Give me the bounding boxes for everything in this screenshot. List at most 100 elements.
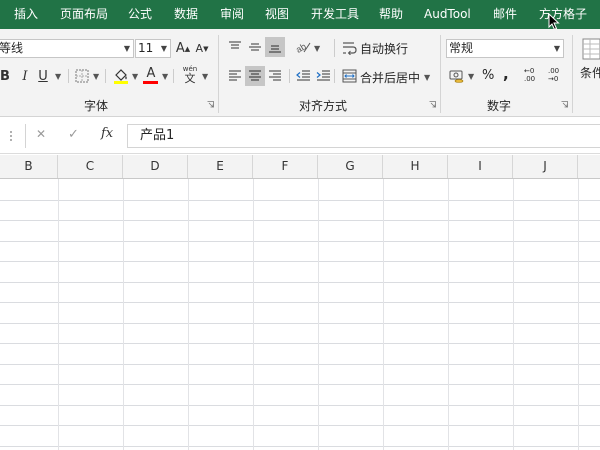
align-middle-icon[interactable] [248,40,262,54]
column-header-f[interactable]: F [253,155,318,178]
dialog-launcher-icon[interactable] [207,101,214,108]
wrap-text-icon[interactable] [342,41,357,55]
font-size-select[interactable]: 11 ▼ [135,39,171,58]
group-separator [572,35,573,113]
row-gridline [0,384,600,385]
increase-decimal-button[interactable]: ←0 .00 [524,67,542,83]
cell-grid[interactable] [0,179,600,450]
tab-audtool[interactable]: AudTool [424,0,471,29]
font-color-button[interactable]: A [144,66,158,81]
fill-color-icon[interactable] [113,67,129,85]
ribbon-tab-bar: 插入 页面布局 公式 数据 审阅 视图 开发工具 帮助 AudTool 邮件 方… [0,0,600,31]
row-gridline [0,446,600,447]
tab-view[interactable]: 视图 [265,0,289,29]
ribbon-body: 等线 ▼ 11 ▼ A ▲ A ▼ B I U ▼ ▼ ▼ A ▼ wén 文 ▼ … [0,29,600,117]
increase-indent-icon[interactable] [316,69,331,83]
insert-function-button[interactable]: fx [101,126,113,141]
row-gridline [0,241,600,242]
row-gridline [0,364,600,365]
chevron-down-icon[interactable]: ▼ [55,72,61,81]
resize-handle-icon[interactable] [9,130,13,142]
merge-center-icon[interactable] [342,69,357,83]
column-gridline [253,179,254,450]
row-gridline [0,323,600,324]
accounting-format-icon[interactable] [449,68,465,84]
conditional-format-icon[interactable] [582,38,600,60]
chevron-down-icon[interactable]: ▼ [93,72,99,81]
chevron-down-icon: ▼ [553,44,560,53]
tab-review[interactable]: 审阅 [220,0,244,29]
dialog-launcher-icon[interactable] [561,101,568,108]
decrease-font-button[interactable]: A ▼ [194,39,210,58]
column-gridline [188,179,189,450]
chevron-down-icon[interactable]: ▼ [202,72,208,81]
row-gridline [0,200,600,201]
underline-button[interactable]: U [36,67,50,85]
font-color-bar [143,81,158,84]
column-header-partial[interactable] [578,155,600,178]
phonetic-bottom-label: 文 [184,72,196,85]
chevron-down-icon[interactable]: ▼ [468,72,474,81]
enter-button[interactable]: ✓ [68,127,79,142]
chevron-down-icon[interactable]: ▼ [132,72,138,81]
column-header-j[interactable]: J [513,155,578,178]
tab-mail[interactable]: 邮件 [493,0,517,29]
percent-style-button[interactable]: % [482,68,494,83]
decrease-decimal-button[interactable]: .00 →0 [548,67,566,83]
divider [334,69,335,83]
tab-formulas[interactable]: 公式 [128,0,152,29]
merge-center-button[interactable]: 合并后居中 [360,69,420,86]
tab-data[interactable]: 数据 [174,0,198,29]
column-header-e[interactable]: E [188,155,253,178]
chevron-down-icon[interactable]: ▼ [314,44,320,53]
italic-button[interactable]: I [18,67,32,85]
row-gridline [0,261,600,262]
tab-page-layout[interactable]: 页面布局 [60,0,108,29]
tab-developer[interactable]: 开发工具 [311,0,359,29]
column-header-b[interactable]: B [0,155,58,178]
column-header-d[interactable]: D [123,155,188,178]
increase-font-button[interactable]: A ▲ [175,39,191,58]
align-left-icon[interactable] [228,69,242,83]
column-header-h[interactable]: H [383,155,448,178]
align-center-button[interactable] [245,66,265,86]
column-header-i[interactable]: I [448,155,513,178]
tab-help[interactable]: 帮助 [379,0,403,29]
phonetic-guide-button[interactable]: wén 文 [182,65,198,85]
column-gridline [123,179,124,450]
column-gridline [448,179,449,450]
column-gridline [513,179,514,450]
number-format-value: 常规 [449,41,474,55]
divider [173,69,174,83]
cancel-button[interactable]: ✕ [36,127,46,141]
border-icon[interactable] [75,69,89,83]
comma-style-button[interactable]: , [503,65,509,83]
chevron-down-icon[interactable]: ▼ [162,72,168,81]
conditional-format-button[interactable]: 条件 [580,64,600,81]
divider [25,124,26,148]
tab-fangfange[interactable]: 方方格子 [539,0,587,29]
number-format-select[interactable]: 常规 ▼ [446,39,564,58]
bold-button[interactable]: B [0,67,12,85]
group-separator [218,35,219,113]
divider [68,69,69,83]
align-top-icon[interactable] [228,40,242,54]
tab-insert[interactable]: 插入 [14,0,38,29]
orientation-icon[interactable]: ab [295,39,311,55]
column-gridline [578,179,579,450]
row-gridline [0,302,600,303]
align-bottom-button[interactable] [265,37,285,57]
decrease-indent-icon[interactable] [296,69,311,83]
font-name-select[interactable]: 等线 ▼ [0,39,134,58]
column-header-g[interactable]: G [318,155,383,178]
wrap-text-button[interactable]: 自动换行 [360,40,408,57]
align-right-icon[interactable] [268,69,282,83]
font-group-label: 字体 [84,99,109,113]
font-name-value: 等线 [0,41,24,55]
formula-input[interactable]: 产品1 [127,124,600,148]
font-size-value: 11 [138,41,154,55]
chevron-down-icon: ▼ [160,44,167,53]
dialog-launcher-icon[interactable] [429,101,436,108]
column-header-c[interactable]: C [58,155,123,178]
chevron-down-icon[interactable]: ▼ [424,73,430,82]
